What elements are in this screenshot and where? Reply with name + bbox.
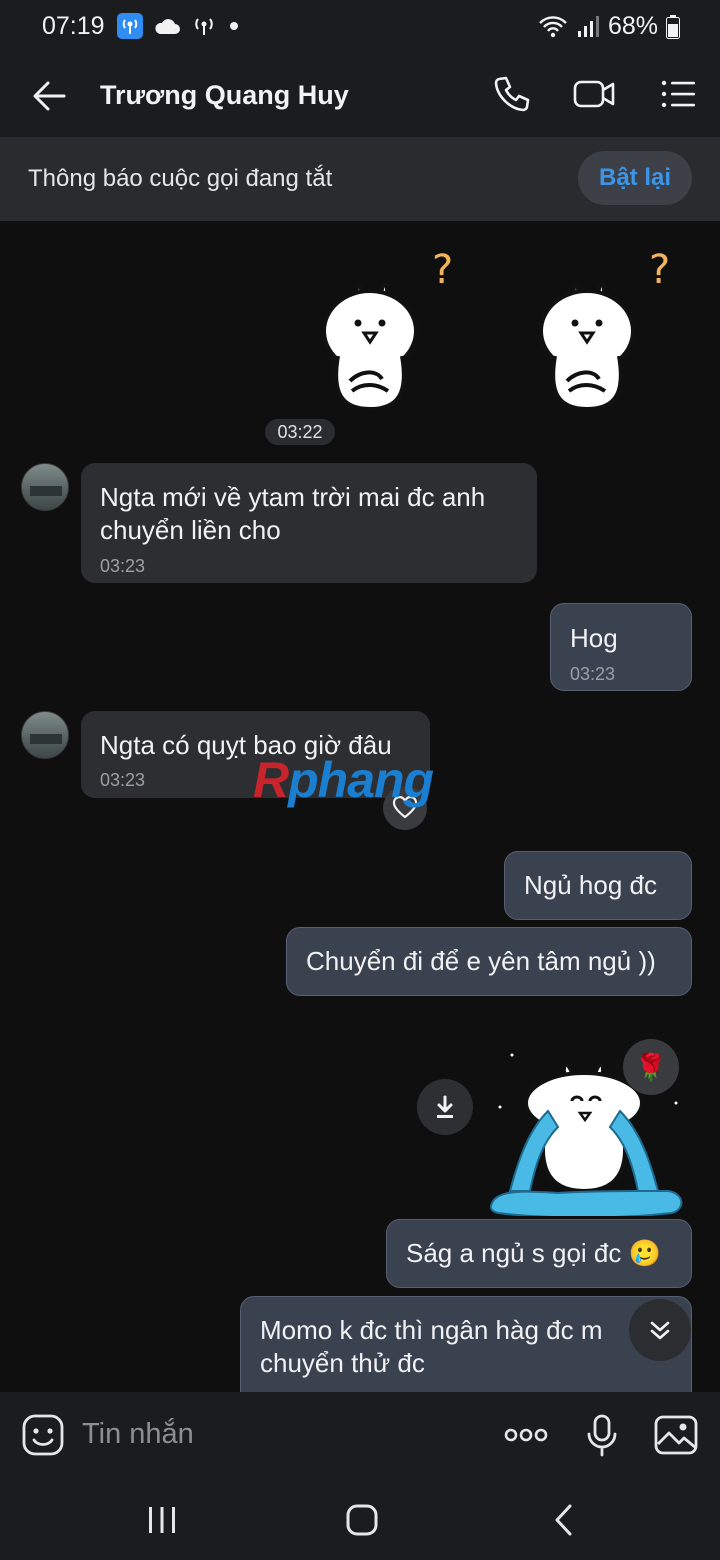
cloud-icon [155, 19, 180, 34]
message-text: Chuyển đi để e yên tâm ngủ )) [306, 946, 656, 976]
message-bubble-outgoing[interactable]: Chuyển đi để e yên tâm ngủ )) [286, 927, 692, 996]
svg-text:?: ? [432, 247, 453, 293]
message-text: Ság a ngủ s gọi đc 🥲 [406, 1238, 661, 1268]
message-bubble-outgoing[interactable]: Momo k đc thì ngân hàg đc m chuyển thử đ… [240, 1296, 692, 1392]
notice-text: Thông báo cuộc gọi đang tắt [28, 165, 333, 192]
sticker-timestamp: 03:22 [265, 419, 335, 445]
download-button[interactable] [417, 1079, 473, 1135]
message-time: 03:23 [100, 770, 146, 790]
battery-percent: 68% [607, 12, 658, 40]
rabbit-question-sticker[interactable]: ? [310, 241, 480, 416]
message-bubble-outgoing[interactable]: Ngủ hog đc [504, 851, 692, 920]
dot-icon [230, 22, 238, 30]
status-icons-right: 68% [538, 12, 680, 41]
message-text: Momo k đc thì ngân hàg đc m chuyển thử đ… [260, 1315, 603, 1378]
message-bubble-outgoing[interactable]: Hog 03:23 [550, 603, 692, 691]
rose-reaction-badge[interactable]: 🌹 [623, 1039, 679, 1095]
wifi-icon [539, 15, 567, 37]
contact-avatar[interactable] [21, 463, 69, 511]
chat-header: Trương Quang Huy [0, 52, 720, 137]
download-icon [437, 1095, 453, 1118]
chevron-double-down-icon [650, 1321, 670, 1340]
rose-emoji: 🌹 [634, 1051, 668, 1082]
battery-icon [666, 14, 680, 39]
rabbit-question-sticker-2[interactable]: ? [527, 241, 697, 416]
message-text: Ngủ hog đc [524, 870, 657, 900]
microphone-icon[interactable] [579, 1412, 625, 1458]
menu-list-icon[interactable] [656, 72, 700, 116]
watermark-logo: Rphang [253, 752, 434, 808]
hotspot-icon [117, 13, 143, 39]
turn-on-again-button[interactable]: Bật lại [578, 151, 692, 205]
status-time: 07:19 [42, 12, 105, 40]
image-gallery-icon[interactable] [653, 1412, 699, 1458]
message-time: 03:23 [570, 664, 616, 684]
message-input[interactable]: Tin nhắn [82, 1418, 194, 1451]
message-time: 03:23 [100, 556, 146, 576]
message-bubble-outgoing[interactable]: Ság a ngủ s gọi đc 🥲 [386, 1219, 692, 1288]
call-notification-banner: Thông báo cuộc gọi đang tắt Bật lại [0, 137, 720, 221]
message-text: Ngta mới về ytam trời mai đc anh chuyển … [100, 482, 486, 545]
status-bar: 07:19 68% [0, 0, 720, 52]
svg-text:?: ? [649, 247, 670, 293]
back-nav-icon[interactable] [546, 1502, 582, 1538]
chat-area[interactable]: ? ? 03:22 Ngta mới về ytam trời mai đc a… [0, 221, 720, 1392]
cell-signal-icon [577, 15, 599, 37]
system-nav-bar [0, 1480, 720, 1560]
message-bubble-incoming[interactable]: Ngta mới về ytam trời mai đc anh chuyển … [81, 463, 537, 583]
emoji-sticker-icon[interactable] [20, 1412, 66, 1458]
signal-broadcast-icon [195, 18, 213, 35]
message-text: Hog [570, 623, 618, 653]
video-call-icon[interactable] [572, 72, 616, 116]
status-icons-left [117, 13, 241, 39]
back-arrow-icon[interactable] [28, 74, 72, 118]
contact-name[interactable]: Trương Quang Huy [100, 80, 349, 111]
phone-call-icon[interactable] [490, 72, 534, 116]
recent-apps-icon[interactable] [144, 1502, 180, 1538]
contact-avatar[interactable] [21, 711, 69, 759]
scroll-to-bottom-button[interactable] [629, 1299, 691, 1361]
more-options-icon[interactable] [503, 1412, 549, 1458]
home-icon[interactable] [344, 1502, 380, 1538]
message-input-bar: Tin nhắn [0, 1392, 720, 1480]
